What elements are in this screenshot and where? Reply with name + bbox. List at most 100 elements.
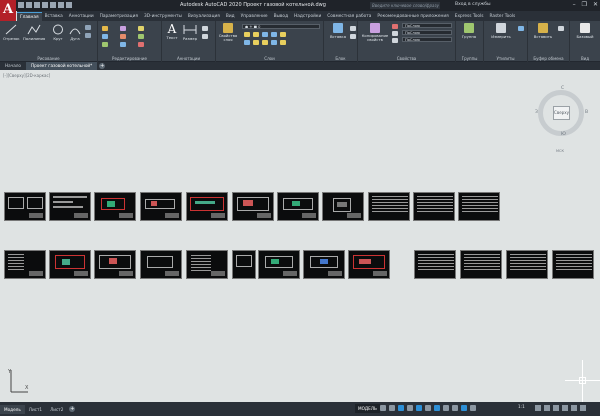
layer-isolate-icon[interactable] [271,32,277,37]
base-view-button[interactable]: Базовый [573,23,597,39]
new-icon[interactable] [18,2,24,8]
hatch-icon[interactable] [85,33,91,38]
linetype-dropdown[interactable]: ПоСлою [402,37,452,42]
plot-icon[interactable] [50,2,56,8]
drawing-sheet[interactable] [232,250,256,279]
linetype-icon[interactable] [392,38,398,43]
compass-east[interactable]: В [585,110,588,115]
tab-model[interactable]: Модель [0,404,25,414]
move-icon[interactable] [102,26,108,31]
lineweight-icon[interactable] [392,31,398,36]
layer-current-icon[interactable] [262,40,268,45]
drawing-sheet[interactable] [506,250,548,279]
measure-button[interactable]: Измерить [488,23,514,39]
new-drawing-icon[interactable]: + [99,63,106,69]
table-icon[interactable] [202,34,208,39]
layer-freeze-icon[interactable] [253,32,259,37]
drawing-sheet[interactable] [186,192,228,221]
tab-add-ins[interactable]: Надстройки [291,12,324,21]
open-icon[interactable] [26,2,32,8]
tab-manage[interactable]: Управление [238,12,271,21]
calculator-icon[interactable] [518,26,524,31]
compass-south[interactable]: Ю [561,132,566,137]
drawing-sheet[interactable] [258,250,300,279]
lineweight-toggle-icon[interactable] [434,405,440,411]
tab-express-tools[interactable]: Express Tools [452,12,487,21]
drawing-sheet[interactable] [232,192,274,221]
rotate-icon[interactable] [102,34,108,39]
polar-icon[interactable] [407,405,413,411]
drawing-sheet[interactable] [4,250,46,279]
viewcube-compass[interactable]: Сверху [538,90,584,136]
erase-icon[interactable] [138,42,144,47]
text-button[interactable]: A Текст [165,23,179,40]
arc-button[interactable]: Дуга [68,24,82,41]
drawing-sheet[interactable] [348,250,390,279]
tab-view[interactable]: Вид [223,12,238,21]
drawing-sheet[interactable] [552,250,594,279]
rectangle-icon[interactable] [85,25,91,30]
match-properties-button[interactable]: Копирование свойств [360,23,390,42]
annotation-monitor-icon[interactable] [544,405,550,411]
workspace-gear-icon[interactable] [535,405,541,411]
drawing-sheet[interactable] [368,192,410,221]
units-icon[interactable] [553,405,559,411]
lineweight-dropdown[interactable]: ПоСлою [402,30,452,35]
redo-icon[interactable] [66,2,72,8]
autoscale-icon[interactable] [470,405,476,411]
snap-icon[interactable] [389,405,395,411]
drawing-sheet[interactable] [458,192,500,221]
copy-clip-icon[interactable] [558,26,564,31]
tab-start[interactable]: Начало [0,62,26,70]
drawing-sheet[interactable] [277,192,319,221]
layer-match-icon[interactable] [280,32,286,37]
fillet-icon[interactable] [120,42,126,47]
group-button[interactable]: Группа [458,23,480,39]
compass-north[interactable]: С [561,86,564,91]
drawing-sheet[interactable] [49,192,91,221]
drawing-sheet[interactable] [322,192,364,221]
annotation-scale[interactable]: 1:1 [518,404,525,409]
layer-dropdown[interactable]: ● ☀ ■ 0 [242,24,320,29]
drawing-sheet[interactable] [94,192,136,221]
viewcube-top-face[interactable]: Сверху [553,106,570,120]
layer-properties-button[interactable]: Свойства слоя [218,23,238,42]
tab-3d-tools[interactable]: 3D-инструменты [141,12,185,21]
block-create-icon[interactable] [350,26,356,31]
minimize-icon[interactable]: – [573,1,576,8]
drawing-sheet[interactable] [140,250,182,279]
fullscreen-icon[interactable] [571,405,577,411]
tab-insert[interactable]: Вставка [42,12,66,21]
tab-collaborate[interactable]: Совместная работа [324,12,374,21]
layer-unisolate-icon[interactable] [280,40,286,45]
circle-button[interactable]: Круг [51,24,65,41]
layer-walk-icon[interactable] [244,40,250,45]
tab-output[interactable]: Вывод [271,12,291,21]
ucs-menu[interactable]: МСК [556,149,564,153]
tab-home[interactable]: Главная [17,11,42,21]
close-icon[interactable]: ✕ [593,1,598,8]
drawing-sheet[interactable] [186,250,228,279]
dimension-button[interactable]: Размер [182,24,198,41]
stretch-icon[interactable] [138,26,144,31]
drawing-sheet[interactable] [414,250,456,279]
save-icon[interactable] [34,2,40,8]
drawing-sheet[interactable] [413,192,455,221]
leader-icon[interactable] [202,26,208,31]
copy-icon[interactable] [102,42,108,47]
grid-icon[interactable] [380,405,386,411]
layer-on-icon[interactable] [244,32,250,37]
polyline-button[interactable]: Полилиния [23,24,45,41]
drawing-sheet[interactable] [460,250,502,279]
layer-copy-icon[interactable] [271,40,277,45]
undo-icon[interactable] [58,2,64,8]
scale-icon[interactable] [138,34,144,39]
otrack-icon[interactable] [425,405,431,411]
application-menu-button[interactable]: A [0,0,16,22]
block-edit-icon[interactable] [350,34,356,39]
line-button[interactable]: Отрезок [3,24,20,41]
trim-icon[interactable] [120,34,126,39]
model-space-button[interactable]: МОДЕЛЬ [355,404,380,413]
osnap-icon[interactable] [416,405,422,411]
viewport-controls[interactable]: [-][Сверху][2D-каркас] [3,73,50,78]
